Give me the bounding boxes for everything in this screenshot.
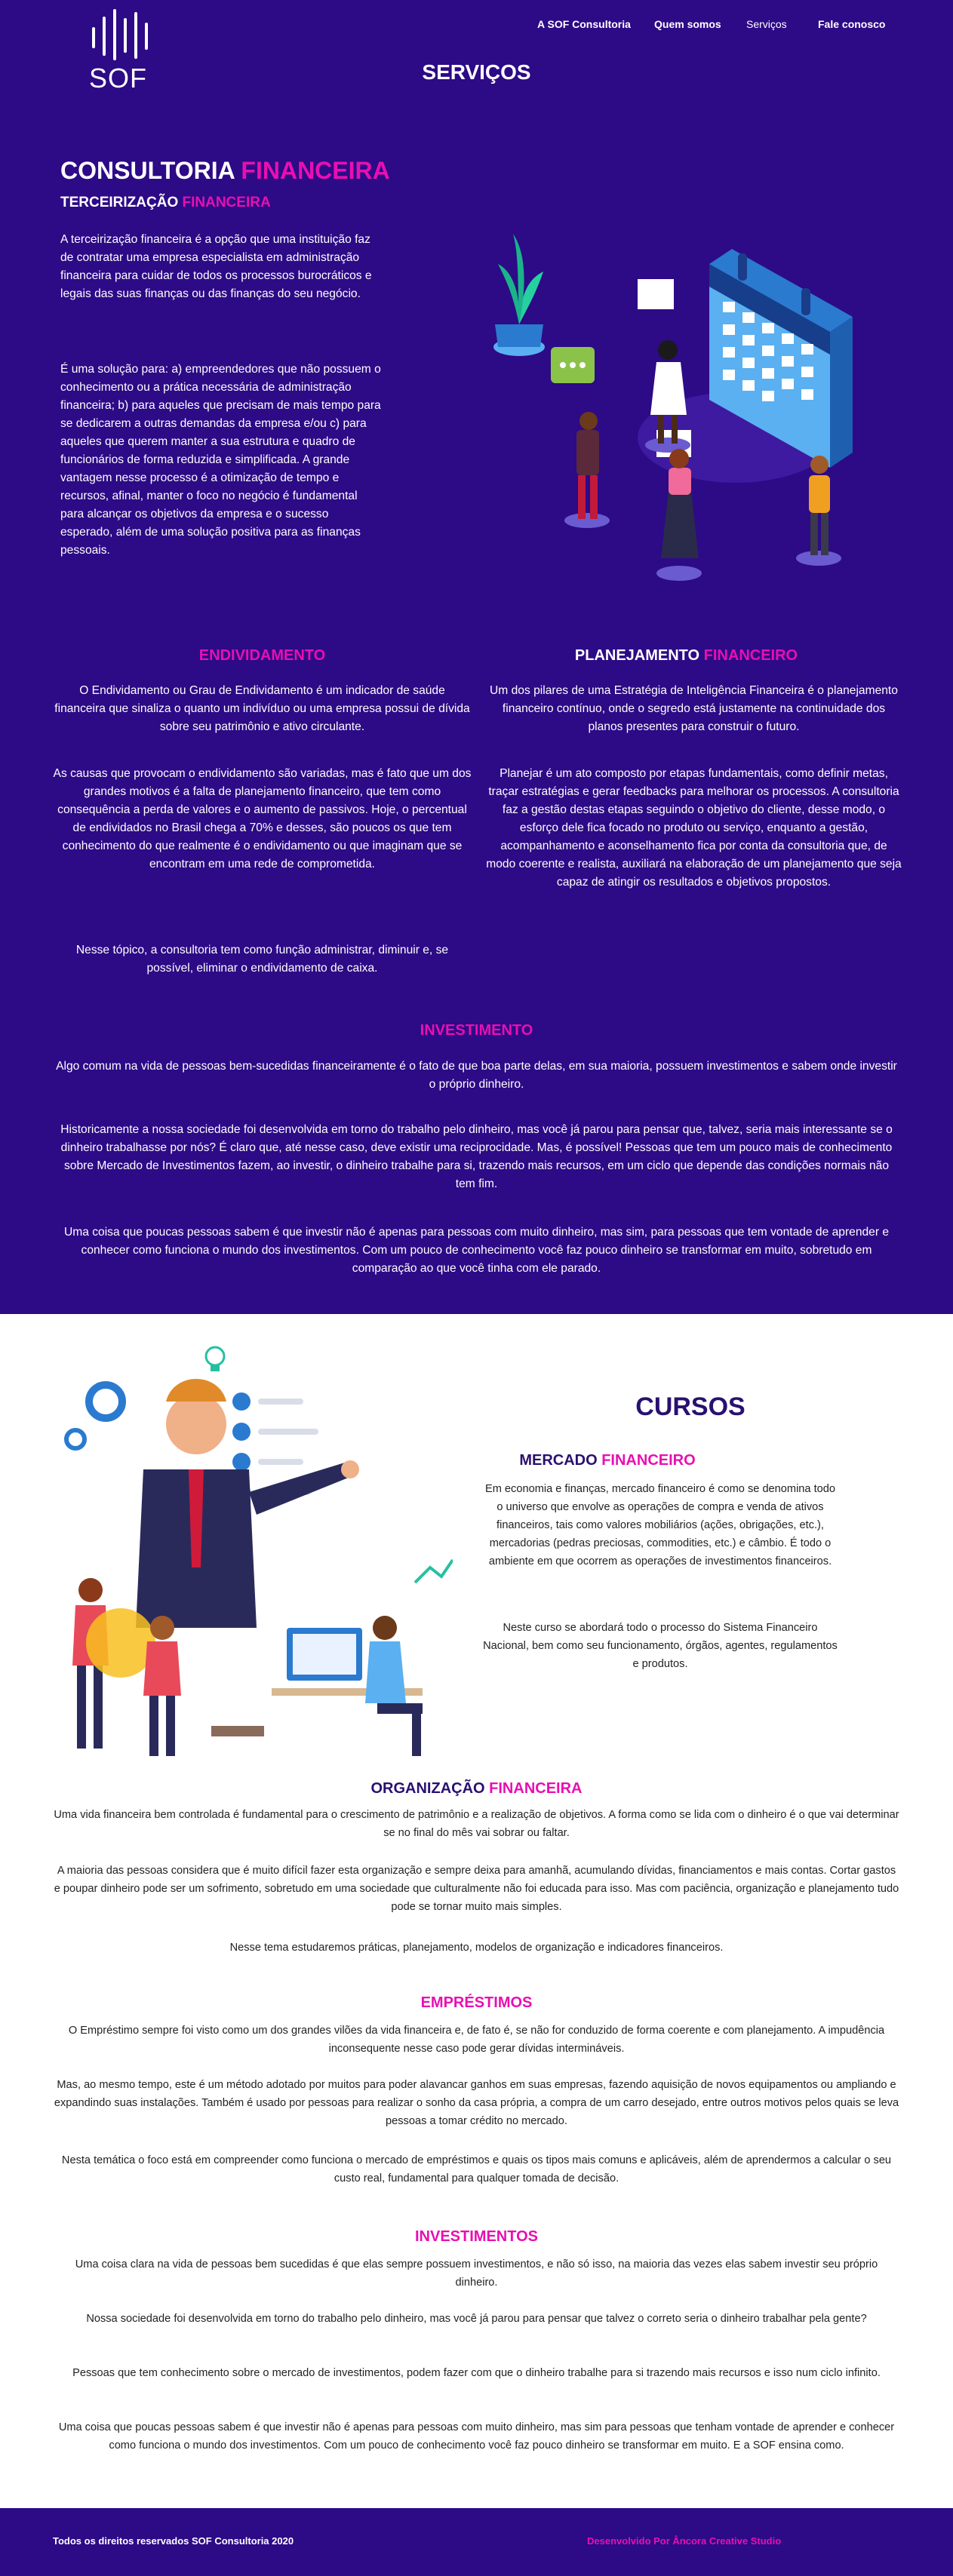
sound-wave-logo-icon xyxy=(92,9,148,60)
planejamento-title: PLANEJAMENTO FINANCEIRO xyxy=(574,647,798,664)
developer-credit-link[interactable]: Desenvolvido Por Âncora Creative Studio xyxy=(587,2535,781,2547)
cursos-title: CURSOS xyxy=(635,1392,745,1421)
page-title: SERVIÇOS xyxy=(422,60,531,84)
endividamento-title: ENDIVIDAMENTO xyxy=(198,647,326,664)
investimento-paragraph-3: Uma coisa que poucas pessoas sabem é que… xyxy=(63,1226,890,1275)
lightbulb-icon xyxy=(204,1346,226,1371)
endividamento-paragraph-3: Nesse tópico, a consultoria tem como fun… xyxy=(75,944,449,975)
emprestimos-paragraph-1: O Empréstimo sempre foi visto como um do… xyxy=(68,2025,885,2055)
investimento-paragraph-2: Historicamente a nossa sociedade foi des… xyxy=(60,1123,893,1190)
nav-link-servicos[interactable]: Serviços xyxy=(746,18,787,30)
growth-arrow-icon xyxy=(413,1558,453,1584)
mercado-paragraph-1: Em economia e finanças, mercado financei… xyxy=(484,1483,835,1567)
team-calendar-illustration xyxy=(493,234,853,581)
organizacao-paragraph-3: Nesse tema estudaremos práticas, planeja… xyxy=(229,1942,724,1954)
nav-link-sof-consultoria[interactable]: A SOF Consultoria xyxy=(537,18,631,30)
man-seated-figure xyxy=(365,1616,423,1756)
planejamento-paragraph-1: Um dos pilares de uma Estratégia de Inte… xyxy=(490,684,898,733)
investimento-title: INVESTIMENTO xyxy=(420,1022,533,1039)
copyright-text: Todos os direitos reservados SOF Consult… xyxy=(53,2535,294,2547)
organizacao-financeira-title: ORGANIZAÇÃO FINANCEIRA xyxy=(370,1780,583,1797)
investimentos-paragraph-4: Uma coisa que poucas pessoas sabem é que… xyxy=(58,2421,895,2452)
planejamento-paragraph-2: Planejar é um ato composto por etapas fu… xyxy=(486,767,902,889)
emprestimos-title: EMPRÉSTIMOS xyxy=(420,1994,533,2011)
consultoria-paragraph-1: A terceirização financeira é a opção que… xyxy=(60,233,372,300)
site-footer: Todos os direitos reservados SOF Consult… xyxy=(0,2508,953,2576)
gear-icon xyxy=(64,1381,126,1451)
terceirizacao-subtitle: TERCEIRIZAÇÃO FINANCEIRA xyxy=(60,195,271,210)
nav-link-quem-somos[interactable]: Quem somos xyxy=(654,18,721,30)
consultoria-paragraph-2: É uma solução para: a) empreendedores qu… xyxy=(60,363,381,557)
investimentos-title: INVESTIMENTOS xyxy=(415,2228,538,2245)
organizacao-paragraph-1: Uma vida financeira bem controlada é fun… xyxy=(54,1809,899,1839)
investimento-paragraph-1: Algo comum na vida de pessoas bem-sucedi… xyxy=(56,1060,897,1091)
mercado-financeiro-title: MERCADO FINANCEIRO xyxy=(519,1452,696,1469)
chat-bubble-icon xyxy=(551,347,595,383)
mercado-paragraph-2: Neste curso se abordará todo o processo … xyxy=(483,1622,838,1670)
emprestimos-paragraph-2: Mas, ao mesmo tempo, este é um método ad… xyxy=(54,2079,899,2127)
consultoria-title: CONSULTORIA FINANCEIRA xyxy=(60,157,390,184)
businessman-figure xyxy=(136,1379,359,1628)
investimentos-paragraph-1: Uma coisa clara na vida de pessoas bem s… xyxy=(75,2258,878,2289)
plant-icon xyxy=(493,234,545,356)
investimentos-paragraph-2: Nossa sociedade foi desenvolvida em torn… xyxy=(86,2313,867,2325)
sof-logo[interactable]: SOF xyxy=(81,8,164,98)
services-hero-section: SOF A SOF Consultoria Quem somos Serviço… xyxy=(0,0,953,1314)
emprestimos-paragraph-3: Nesta temática o foco está em compreende… xyxy=(61,2154,892,2185)
business-team-illustration xyxy=(64,1346,453,1756)
organizacao-paragraph-2: A maioria das pessoas considera que é mu… xyxy=(54,1865,899,1913)
nav-link-fale-conosco[interactable]: Fale conosco xyxy=(818,18,885,30)
endividamento-paragraph-2: As causas que provocam o endividamento s… xyxy=(53,767,472,870)
endividamento-paragraph-1: O Endividamento ou Grau de Endividamento… xyxy=(54,684,470,733)
investimentos-paragraph-3: Pessoas que tem conhecimento sobre o mer… xyxy=(72,2367,881,2379)
